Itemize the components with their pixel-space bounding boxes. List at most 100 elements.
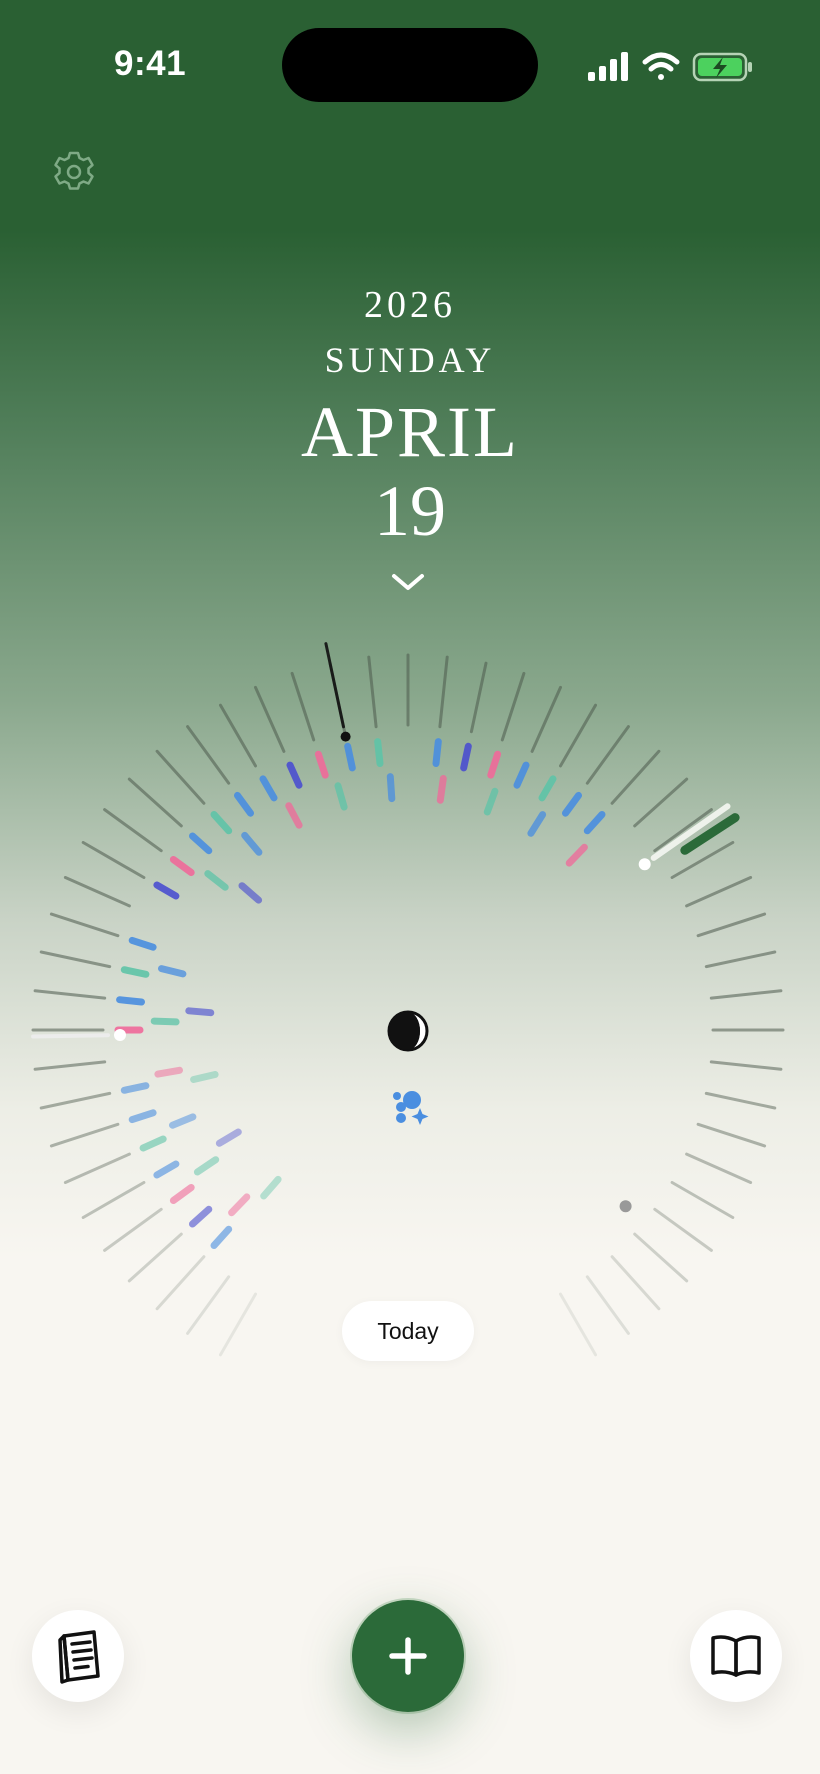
dial-mark [150,1017,180,1026]
dial-mark [120,1082,150,1094]
dial-tick [610,749,661,805]
dial-tick [33,1060,107,1071]
bubbles-sparkle-icon [393,1091,429,1125]
dial-mark [210,811,233,835]
dial-mark [169,856,195,876]
dial-tick [585,1275,630,1335]
status-time: 9:41 [114,44,187,83]
battery-charging-icon [692,52,752,82]
dial-mark [234,791,254,817]
dial-tick [653,808,713,853]
dial-mark [314,750,329,779]
date-header: 2026 SUNDAY APRIL 19 [0,280,820,550]
dial-tick [63,876,131,908]
dial-mark [285,802,303,829]
dial-tick [219,703,257,768]
expand-date-button[interactable] [388,566,428,598]
dial-tick [103,1207,163,1252]
dial-mark [432,738,442,767]
dial-mark [128,1109,157,1124]
dial-tick [103,808,163,853]
dial-mark [228,1193,251,1217]
open-book-icon [711,1635,761,1677]
dial-tick [127,1232,183,1283]
dial-mark [483,787,499,816]
radial-day-dial [31,642,785,1357]
selected-range-highlight [650,803,731,861]
dial-tick [49,1122,120,1148]
dial-mark [189,832,213,855]
dial-mark [562,791,582,817]
dial-mark [185,1007,215,1017]
status-icons [588,52,752,82]
dial-tick [696,1122,767,1148]
dial-mark [374,738,384,767]
range-marker-dot [114,1029,126,1041]
dial-ticks [31,653,785,1357]
dial-mark [116,996,145,1006]
dial-tick [559,703,597,768]
dial-tick [670,841,735,879]
dial-tick [254,685,286,753]
dial-tick [81,1181,146,1219]
dial-mark [259,775,278,802]
add-entry-button[interactable] [352,1600,464,1712]
dial-tick [219,1292,257,1357]
dial-tick [633,777,689,828]
library-button[interactable] [690,1610,782,1702]
dial-tick [328,661,347,734]
dial-mark [436,775,447,804]
dial-tick [670,1181,735,1219]
today-button[interactable]: Today [342,1301,474,1361]
dial-mark [204,870,229,891]
dial-tick [39,950,112,969]
dial-mark [583,811,606,835]
dial-tick [610,1255,661,1311]
settings-button[interactable] [50,148,98,196]
cellular-signal-icon [588,52,628,81]
range-start-dot [638,858,651,871]
dial-mark [241,831,263,856]
dial-mark [153,1160,180,1179]
dial-tick [696,912,767,938]
chevron-down-icon [392,574,424,590]
dial-tick [500,671,526,742]
dial-tick [469,661,488,734]
dial-mark [190,1071,219,1083]
dial-mark [154,1066,183,1078]
dial-mark [460,742,472,772]
dial-mark [527,811,547,837]
selected-range-bar [680,813,740,855]
dial-mark [193,1156,220,1176]
dial-event-marks [114,738,606,1249]
dial-mark [158,965,187,978]
dial-tick [585,725,630,785]
dial-mark [260,1175,282,1200]
date-year: 2026 [364,284,456,326]
dial-tick [33,989,107,1000]
date-month: APRIL [300,392,520,472]
dial-mark [386,773,396,803]
dial-tick [155,749,206,805]
dial-tick [127,777,183,828]
dial-tick [39,1091,112,1110]
dial-mark [153,881,180,900]
dial-tick [63,1152,131,1184]
dial-mark [286,761,303,789]
dial-tick [81,841,146,879]
dial-mark [189,1205,213,1228]
status-bar: 9:41 [0,0,820,120]
dial-tick [653,1207,713,1252]
dial-mark [565,843,588,867]
dial-mark [238,882,263,904]
journal-button[interactable] [32,1610,124,1702]
dial-tick [633,1232,689,1283]
dial-tick [704,950,777,969]
dial-mark [169,1113,197,1129]
current-time-dot [340,731,351,742]
dial-mark [139,1135,167,1152]
dial-tick [290,671,316,742]
dial-mark [210,1225,233,1249]
gear-icon [54,151,94,190]
dial-mark [538,775,557,802]
